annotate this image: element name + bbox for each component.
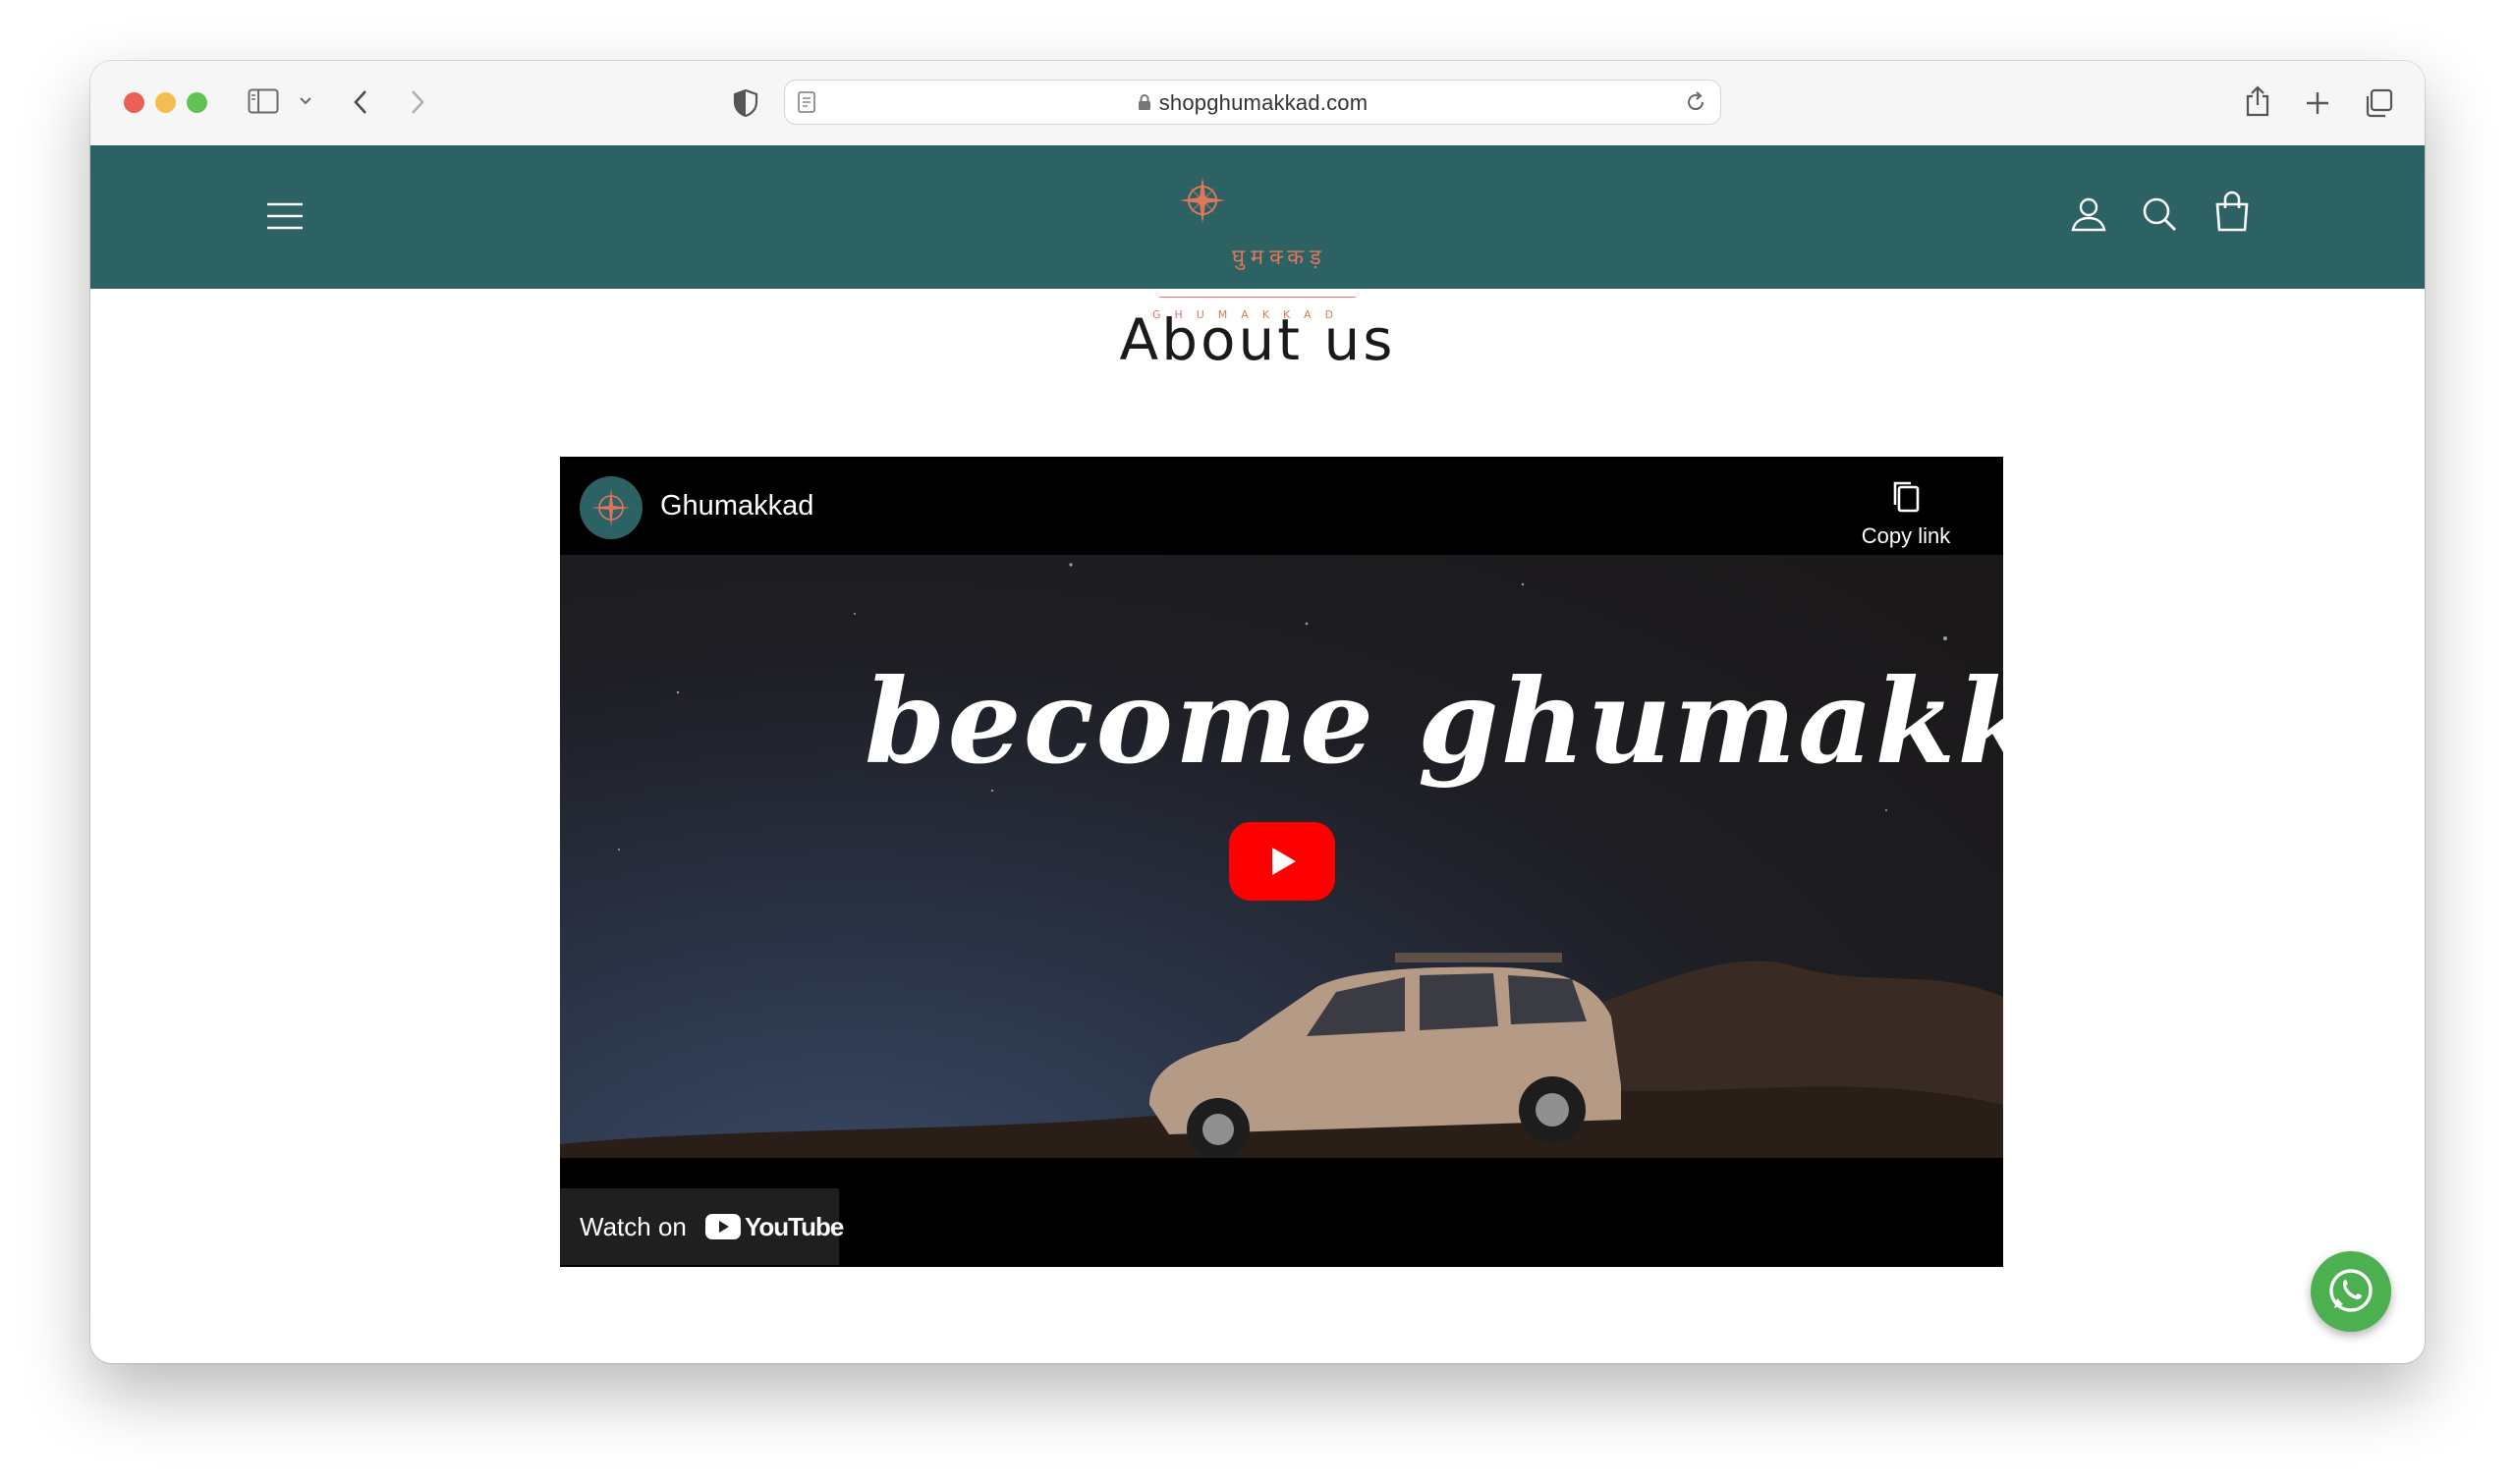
- whatsapp-icon: [2329, 1269, 2373, 1312]
- page-title: About us: [1119, 306, 1396, 373]
- site-header: घुमक्कड़ GHUMAKKAD: [90, 145, 2425, 321]
- back-icon[interactable]: [352, 88, 369, 116]
- minimize-window-button[interactable]: [155, 92, 176, 113]
- youtube-logo-icon: [705, 1214, 741, 1244]
- whatsapp-chat-button[interactable]: [2311, 1251, 2391, 1332]
- menu-icon[interactable]: [265, 200, 305, 232]
- url-value: shopghumakkad.com: [1158, 90, 1369, 115]
- youtube-wordmark: YouTube: [745, 1212, 844, 1241]
- cart-icon[interactable]: [2212, 191, 2252, 232]
- forward-icon[interactable]: [409, 88, 426, 116]
- reload-icon[interactable]: [1684, 90, 1707, 114]
- maximize-window-button[interactable]: [187, 92, 207, 113]
- play-button[interactable]: [1229, 822, 1335, 901]
- compass-logo-icon: [1177, 175, 1228, 226]
- address-bar[interactable]: shopghumakkad.com: [784, 80, 1721, 125]
- youtube-embed[interactable]: become ghumakkad Ghumakkad Copy link Wat…: [560, 457, 2003, 1267]
- privacy-shield-icon[interactable]: [733, 88, 758, 118]
- browser-window: shopghumakkad.com घुमक्कड़ GHUMAKKAD Abo…: [90, 61, 2425, 1363]
- new-tab-icon[interactable]: [2305, 90, 2330, 116]
- copy-icon: [1890, 480, 1922, 516]
- logo-divider: [1159, 297, 1356, 298]
- watch-on-youtube-button[interactable]: Watch on YouTube: [560, 1188, 844, 1265]
- account-icon[interactable]: [2069, 194, 2108, 234]
- logo-devanagari: घुमक्कड़: [1232, 246, 1327, 270]
- url-text[interactable]: shopghumakkad.com: [785, 81, 1720, 126]
- copy-link-label: Copy link: [1861, 523, 1951, 548]
- copy-link-button[interactable]: Copy link: [1847, 472, 1965, 571]
- channel-avatar[interactable]: [580, 476, 643, 539]
- lock-icon: [1138, 82, 1151, 127]
- search-icon[interactable]: [2140, 194, 2179, 234]
- share-icon[interactable]: [2244, 84, 2271, 118]
- video-tagline: become ghumakkad: [865, 653, 2003, 790]
- tab-overview-icon[interactable]: [2364, 88, 2393, 118]
- sidebar-toggle-icon[interactable]: [248, 88, 279, 114]
- watch-on-label: Watch on: [580, 1212, 687, 1241]
- compass-avatar-icon: [591, 488, 631, 527]
- chevron-down-icon[interactable]: [299, 96, 312, 106]
- play-icon: [1272, 848, 1296, 875]
- channel-name[interactable]: Ghumakkad: [660, 490, 813, 522]
- close-window-button[interactable]: [124, 92, 144, 113]
- browser-toolbar: shopghumakkad.com: [90, 61, 2425, 146]
